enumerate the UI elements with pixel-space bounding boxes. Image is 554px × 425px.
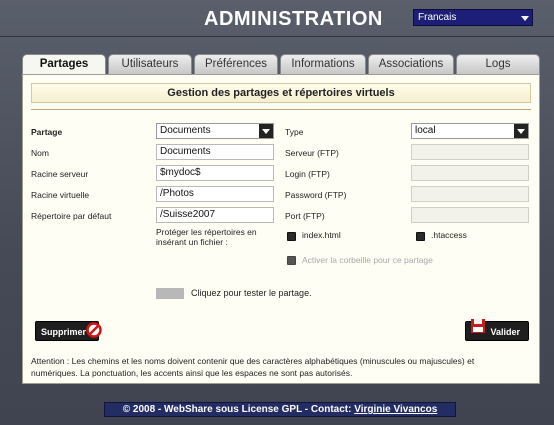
author-link[interactable]: Virginie Vivancos [354, 404, 437, 415]
type-select[interactable]: local [411, 123, 529, 139]
section-divider [31, 109, 531, 110]
ftp-password-label: Password (FTP) [285, 190, 347, 200]
admin-window: ADMINISTRATION Francais Partages Utilisa… [0, 0, 554, 425]
app-title: ADMINISTRATION [204, 8, 383, 30]
language-select-value: Francais [418, 12, 457, 23]
root-server-label: Racine serveur [31, 169, 89, 179]
protect-label-line1: Protéger les répertoires en [156, 227, 257, 237]
share-label: Partage [31, 127, 63, 137]
footer-text: © 2008 - WebShare sous License GPL - Con… [122, 404, 352, 415]
floppy-disk-icon [471, 319, 485, 333]
virtual-root-label: Racine virtuelle [31, 190, 90, 200]
virtual-root-input[interactable]: /Photos [156, 186, 274, 202]
default-dir-input[interactable]: /Suisse2007 [156, 207, 274, 223]
ftp-port-input[interactable] [411, 207, 529, 223]
type-select-value: local [415, 125, 436, 136]
section-title: Gestion des partages et répertoires virt… [31, 83, 531, 103]
ftp-password-input[interactable] [411, 186, 529, 202]
htaccess-checkbox[interactable] [416, 232, 425, 241]
language-select[interactable]: Francais [413, 9, 533, 26]
save-button[interactable]: Valider [465, 319, 529, 341]
type-label: Type [285, 127, 304, 137]
root-server-input[interactable]: $mydoc$ [156, 165, 274, 181]
htaccess-label: .htaccess [431, 230, 467, 240]
ftp-server-label: Serveur (FTP) [285, 148, 339, 158]
forbidden-icon [86, 322, 102, 338]
tab-bar: Partages Utilisateurs Préférences Inform… [22, 54, 540, 75]
index-html-checkbox[interactable] [287, 232, 296, 241]
chevron-down-icon [521, 16, 529, 21]
protect-label-line2: insérant un fichier : [156, 237, 228, 247]
ftp-login-input[interactable] [411, 165, 529, 181]
tab-logs[interactable]: Logs [456, 54, 540, 74]
notice-text: Attention : Les chemins et les noms doiv… [31, 355, 531, 379]
delete-button[interactable]: Supprimer [35, 321, 102, 341]
tab-preferences[interactable]: Préférences [194, 54, 278, 74]
default-dir-label: Répertoire par défaut [31, 211, 112, 221]
tab-informations[interactable]: Informations [280, 54, 366, 74]
recycle-bin-checkbox[interactable] [287, 256, 296, 265]
name-label: Nom [31, 148, 49, 158]
notice-line-1: Attention : Les chemins et les noms doiv… [31, 356, 475, 366]
test-share-icon[interactable] [156, 288, 184, 299]
tab-associations[interactable]: Associations [368, 54, 454, 74]
ftp-port-label: Port (FTP) [285, 211, 325, 221]
share-select[interactable]: Documents [156, 123, 274, 139]
delete-button-label: Supprimer [41, 327, 87, 337]
footer: © 2008 - WebShare sous License GPL - Con… [104, 402, 456, 417]
recycle-bin-label: Activer la corbeille pour ce partage [302, 255, 433, 265]
tab-partages[interactable]: Partages [22, 54, 106, 75]
ftp-server-input[interactable] [411, 144, 529, 160]
ftp-login-label: Login (FTP) [285, 169, 330, 179]
name-input[interactable]: Documents [156, 144, 274, 160]
notice-line-2: numériques. La ponctuation, les accents … [31, 368, 353, 378]
test-share-link[interactable]: Cliquez pour tester le partage. [191, 288, 312, 298]
save-button-label: Valider [490, 327, 520, 337]
chevron-down-icon [259, 124, 273, 138]
tab-utilisateurs[interactable]: Utilisateurs [108, 54, 192, 74]
shares-panel: Gestion des partages et répertoires virt… [22, 74, 540, 384]
share-select-value: Documents [160, 125, 211, 136]
chevron-down-icon [514, 124, 528, 138]
title-divider [0, 36, 554, 37]
index-html-label: index.html [302, 230, 341, 240]
